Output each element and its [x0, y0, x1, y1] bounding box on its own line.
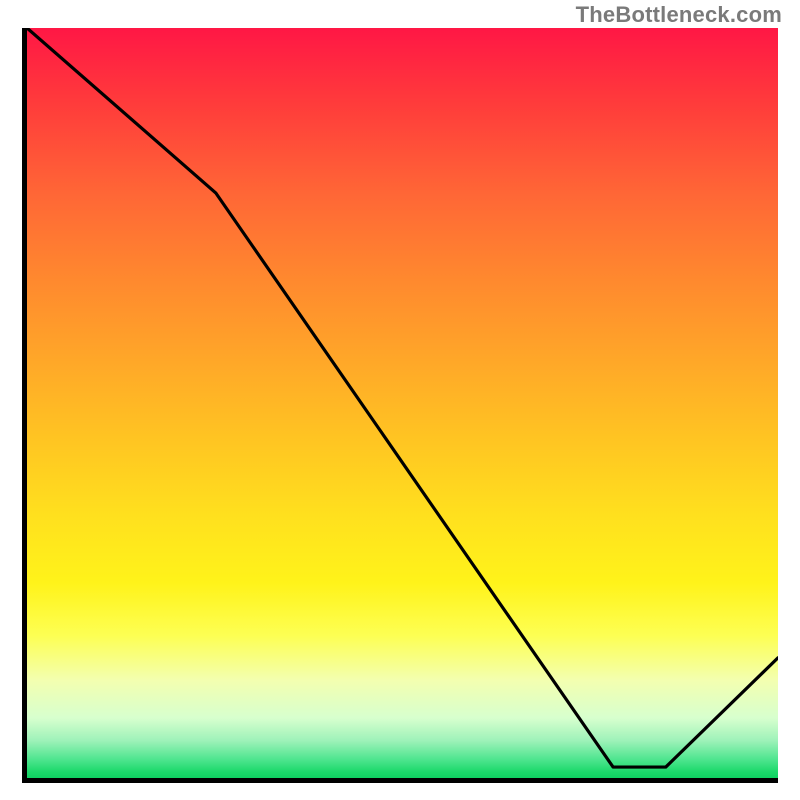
chart-plot-area: [22, 28, 778, 783]
chart-line-path: [27, 28, 778, 767]
chart-line-svg: [27, 28, 778, 778]
watermark-text: TheBottleneck.com: [576, 2, 782, 28]
